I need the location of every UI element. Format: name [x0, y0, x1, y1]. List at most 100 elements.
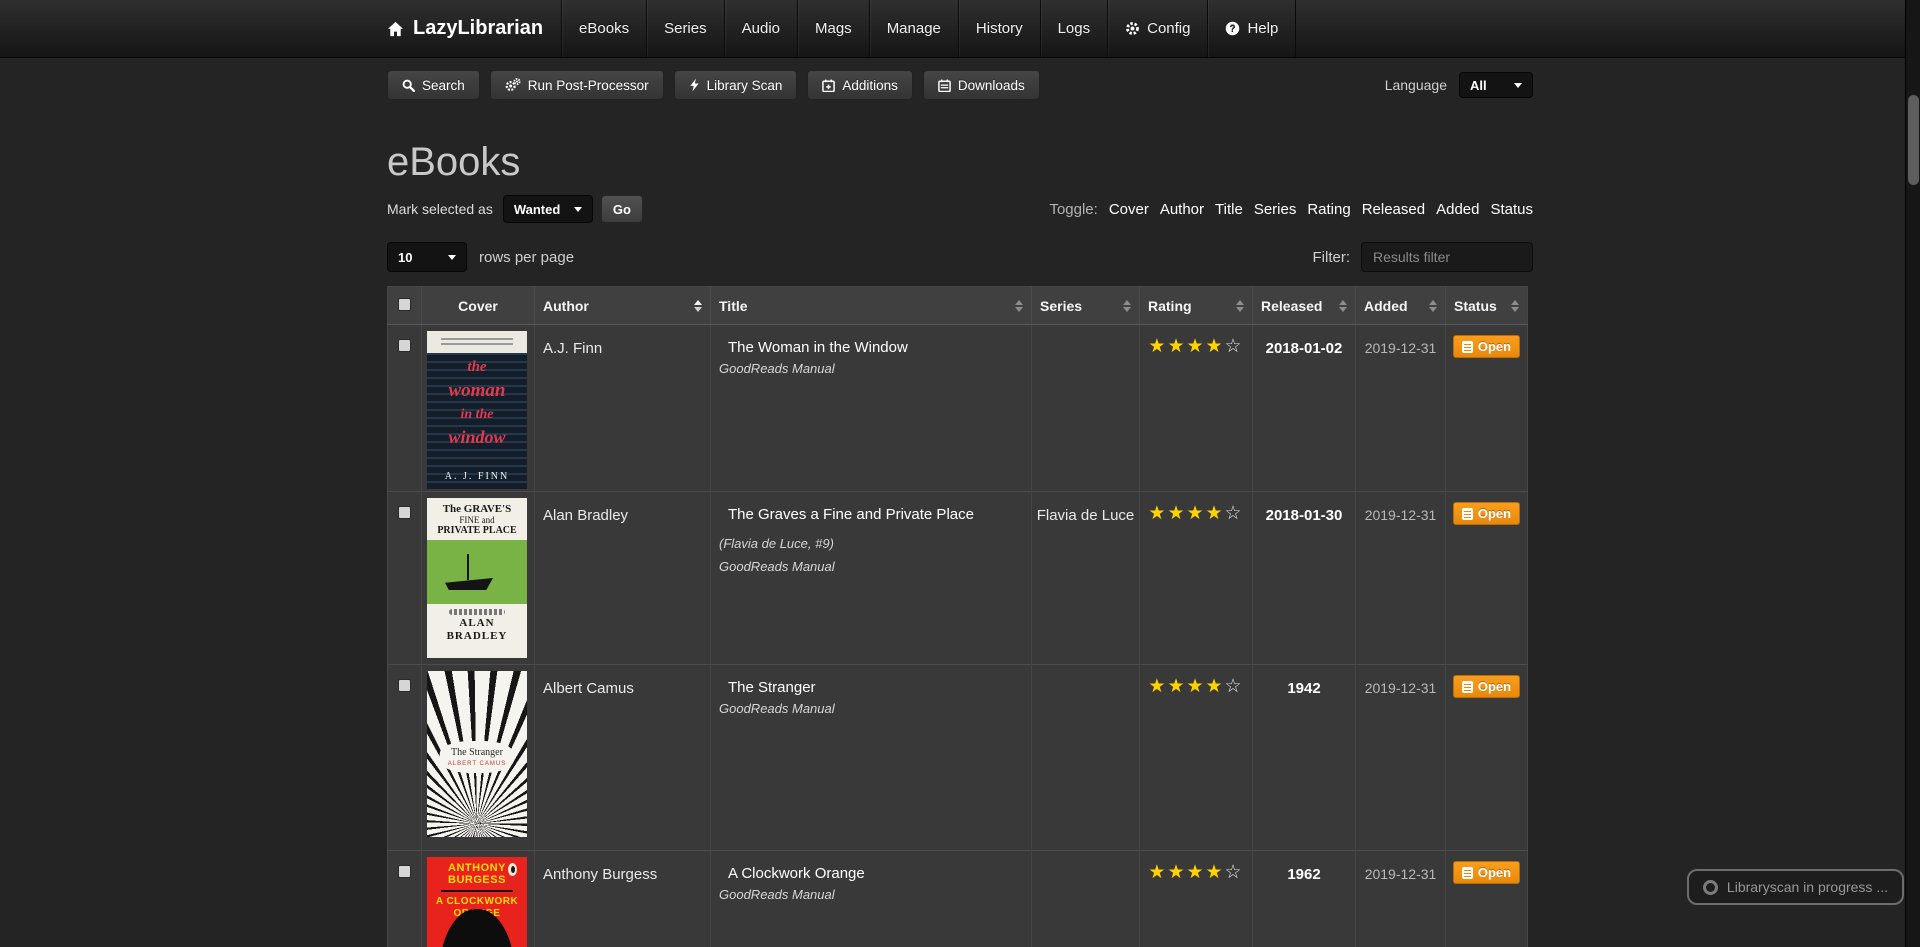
book-cover-graves-fine-private-place[interactable]: The GRAVE'S FINE and PRIVATE PLACE ALAN …	[427, 498, 527, 658]
book-icon	[1462, 681, 1473, 693]
book-cover-clockwork-orange[interactable]: ANTHONY BURGESS A CLOCKWORK ORANGE	[427, 857, 527, 947]
nav-item-ebooks[interactable]: eBooks	[561, 0, 646, 57]
calendar-icon	[938, 79, 951, 92]
brand-link[interactable]: LazyLibrarian	[387, 0, 561, 57]
table-header-row: Cover Author Title Series Rating Release…	[388, 287, 1528, 325]
added-date: 2019-12-31	[1356, 492, 1446, 665]
sort-icon	[1505, 300, 1519, 312]
toggle-rating[interactable]: Rating	[1307, 201, 1350, 218]
nav-item-config[interactable]: Config	[1107, 0, 1207, 57]
toggle-status[interactable]: Status	[1490, 201, 1533, 218]
title-link[interactable]: A Clockwork Orange	[728, 865, 865, 882]
sort-icon	[1423, 300, 1437, 312]
source-note: GoodReads Manual	[719, 555, 1023, 578]
header-released[interactable]: Released	[1253, 287, 1356, 325]
author-link[interactable]: A.J. Finn	[543, 340, 602, 357]
source-note: GoodReads Manual	[719, 697, 1023, 720]
calendar-plus-icon	[822, 79, 835, 92]
results-filter-input[interactable]	[1361, 242, 1533, 272]
open-button[interactable]: Open	[1453, 861, 1520, 884]
nav-item-help[interactable]: ? Help	[1207, 0, 1296, 57]
cover-divider	[441, 890, 513, 892]
cover-illustration	[427, 540, 527, 604]
language-select[interactable]: All	[1459, 72, 1533, 98]
rows-per-page-label: rows per page	[479, 249, 574, 266]
open-button[interactable]: Open	[1453, 502, 1520, 525]
rating-stars: ★★★★☆	[1140, 325, 1253, 492]
toggle-label: Toggle:	[1049, 201, 1097, 218]
column-toggle-group: Toggle: Cover Author Title Series Rating…	[1049, 201, 1533, 218]
nav-item-mags[interactable]: Mags	[797, 0, 869, 57]
sort-icon	[688, 300, 702, 312]
series-link[interactable]: Flavia de Luce	[1037, 507, 1135, 524]
table-row: The GRAVE'S FINE and PRIVATE PLACE ALAN …	[388, 492, 1528, 665]
scrollbar-thumb[interactable]	[1908, 95, 1919, 185]
top-navbar: LazyLibrarian eBooks Series Audio Mags M…	[0, 0, 1920, 58]
book-cover-the-stranger[interactable]: The Stranger ALBERT CAMUS	[427, 671, 527, 837]
table-row: The Stranger ALBERT CAMUS Albert Camus T…	[388, 665, 1528, 851]
toggle-author[interactable]: Author	[1160, 201, 1204, 218]
home-icon	[387, 21, 404, 37]
header-author[interactable]: Author	[535, 287, 711, 325]
penguin-logo	[508, 863, 517, 876]
downloads-button[interactable]: Downloads	[923, 70, 1040, 100]
sort-icon	[1009, 300, 1023, 312]
header-series[interactable]: Series	[1032, 287, 1140, 325]
row-checkbox[interactable]	[398, 679, 411, 692]
gear-icon	[1125, 21, 1140, 36]
title-link[interactable]: The Woman in the Window	[728, 339, 908, 356]
question-circle-icon: ?	[1225, 21, 1240, 36]
open-button[interactable]: Open	[1453, 335, 1520, 358]
title-link[interactable]: The Stranger	[728, 679, 816, 696]
select-all-checkbox[interactable]	[398, 298, 411, 311]
run-post-processor-button[interactable]: Run Post-Processor	[490, 70, 664, 100]
header-added[interactable]: Added	[1356, 287, 1446, 325]
added-date: 2019-12-31	[1356, 325, 1446, 492]
released-date: 2018-01-02	[1253, 325, 1356, 492]
toggle-title[interactable]: Title	[1215, 201, 1243, 218]
filter-label: Filter:	[1313, 249, 1351, 266]
open-button[interactable]: Open	[1453, 675, 1520, 698]
toggle-series[interactable]: Series	[1254, 201, 1297, 218]
table-row: ANTHONY BURGESS A CLOCKWORK ORANGE Antho…	[388, 851, 1528, 947]
mark-selected-label: Mark selected as	[387, 201, 493, 217]
title-link[interactable]: The Graves a Fine and Private Place	[728, 506, 974, 523]
chevron-down-icon	[1514, 83, 1522, 88]
toggle-added[interactable]: Added	[1436, 201, 1479, 218]
select-all-header	[388, 287, 422, 325]
toggle-cover[interactable]: Cover	[1109, 201, 1149, 218]
nav-item-history[interactable]: History	[958, 0, 1040, 57]
go-button[interactable]: Go	[601, 195, 643, 223]
added-date: 2019-12-31	[1356, 851, 1446, 947]
book-icon	[1462, 867, 1473, 879]
toggle-released[interactable]: Released	[1362, 201, 1425, 218]
search-icon	[402, 79, 415, 92]
rows-per-page-select[interactable]: 10	[387, 242, 467, 272]
row-checkbox[interactable]	[398, 339, 411, 352]
nav-item-series[interactable]: Series	[646, 0, 724, 57]
ebooks-table: Cover Author Title Series Rating Release…	[387, 286, 1528, 947]
spinner-icon	[1703, 880, 1718, 895]
header-rating[interactable]: Rating	[1140, 287, 1253, 325]
table-row: the woman in the window A. J. FINN A.J. …	[388, 325, 1528, 492]
nav-item-manage[interactable]: Manage	[869, 0, 958, 57]
book-cover-woman-in-the-window[interactable]: the woman in the window A. J. FINN	[427, 331, 527, 489]
nav-item-logs[interactable]: Logs	[1040, 0, 1108, 57]
nav-item-audio[interactable]: Audio	[724, 0, 797, 57]
row-checkbox[interactable]	[398, 865, 411, 878]
author-link[interactable]: Albert Camus	[543, 680, 634, 697]
row-checkbox[interactable]	[398, 506, 411, 519]
search-button[interactable]: Search	[387, 70, 480, 100]
library-scan-button[interactable]: Library Scan	[674, 70, 798, 100]
mark-status-select[interactable]: Wanted	[503, 195, 593, 223]
rating-stars: ★★★★☆	[1140, 665, 1253, 851]
sort-icon	[1333, 300, 1347, 312]
author-link[interactable]: Anthony Burgess	[543, 866, 657, 883]
vertical-scrollbar[interactable]	[1905, 0, 1920, 947]
header-title[interactable]: Title	[711, 287, 1032, 325]
author-link[interactable]: Alan Bradley	[543, 507, 628, 524]
additions-button[interactable]: Additions	[807, 70, 913, 100]
chevron-down-icon	[574, 207, 582, 212]
header-status[interactable]: Status	[1446, 287, 1528, 325]
cover-top-band	[427, 331, 527, 353]
